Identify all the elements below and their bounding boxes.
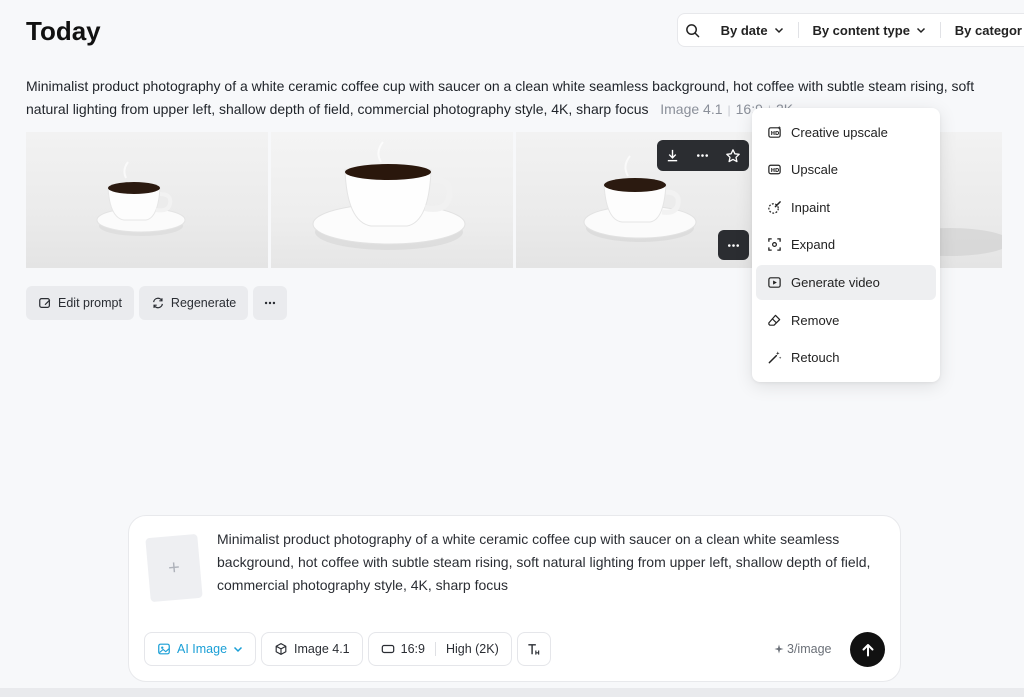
- menu-item-inpaint[interactable]: Inpaint: [756, 190, 936, 225]
- text-style-button[interactable]: [516, 632, 551, 666]
- menu-item-remove[interactable]: Remove: [756, 303, 936, 338]
- image-context-menu: HD Creative upscale HD Upscale Inpaint E…: [752, 108, 940, 382]
- meta-model: Image 4.1: [660, 101, 723, 117]
- ratio-quality-select[interactable]: 16:9 High (2K): [367, 632, 512, 666]
- menu-item-label: Generate video: [791, 274, 880, 290]
- search-button[interactable]: [678, 14, 707, 46]
- more-icon: [265, 301, 276, 305]
- chevron-down-icon: [916, 27, 925, 34]
- regenerate-label: Regenerate: [170, 296, 237, 310]
- filter-label: By content type: [812, 22, 910, 38]
- generation-actions: Edit prompt Regenerate: [26, 286, 288, 320]
- menu-item-upscale[interactable]: HD Upscale: [756, 152, 936, 187]
- menu-item-generate-video[interactable]: Generate video: [756, 264, 936, 300]
- model-label: Image 4.1: [294, 642, 350, 656]
- generation-type-label: AI Image: [177, 642, 228, 656]
- generated-image-1[interactable]: [26, 132, 268, 268]
- arrow-up-icon: [862, 643, 873, 656]
- credit-cost-label: 3/image: [787, 642, 832, 656]
- edit-icon: [39, 298, 51, 308]
- menu-item-creative-upscale[interactable]: HD Creative upscale: [756, 115, 936, 150]
- sparkle-icon: [774, 644, 784, 654]
- more-icon[interactable]: [695, 148, 710, 163]
- filter-by-date[interactable]: By date: [707, 14, 798, 46]
- filter-bar: By date By content type By categor: [677, 13, 1024, 47]
- page-title: Today: [26, 16, 101, 46]
- more-actions-button[interactable]: [253, 286, 288, 320]
- image-icon: [158, 643, 170, 655]
- menu-item-label: Expand: [791, 237, 836, 253]
- ratio-label: 16:9: [400, 642, 425, 656]
- expand-icon: [768, 238, 781, 252]
- svg-text:HD: HD: [771, 130, 780, 136]
- filter-label: By categor: [954, 22, 1022, 38]
- menu-item-label: Retouch: [791, 350, 840, 366]
- more-icon: [727, 243, 740, 247]
- menu-item-label: Creative upscale: [791, 124, 888, 140]
- generated-image-2[interactable]: [270, 132, 513, 268]
- bottom-strip: [0, 688, 1024, 697]
- edit-prompt-label: Edit prompt: [58, 296, 122, 310]
- edit-prompt-button[interactable]: Edit prompt: [26, 286, 134, 320]
- download-icon[interactable]: [665, 148, 680, 163]
- quality-label: High (2K): [445, 642, 499, 656]
- cube-icon: [275, 643, 287, 655]
- chevron-down-icon: [774, 27, 783, 34]
- model-select[interactable]: Image 4.1: [261, 632, 363, 666]
- image-more-button[interactable]: [718, 230, 749, 260]
- menu-item-retouch[interactable]: Retouch: [756, 340, 936, 375]
- generation-type-select[interactable]: AI Image: [144, 632, 257, 666]
- menu-item-expand[interactable]: Expand: [756, 227, 936, 262]
- search-icon: [685, 23, 700, 37]
- prompt-input[interactable]: Minimalist product photography of a whit…: [217, 528, 887, 597]
- send-button[interactable]: [850, 632, 885, 667]
- menu-item-label: Upscale: [791, 162, 838, 178]
- refresh-icon: [152, 297, 163, 309]
- star-icon[interactable]: [725, 148, 741, 164]
- divider: [434, 642, 436, 656]
- plus-icon: +: [167, 556, 181, 579]
- svg-text:HD: HD: [771, 168, 780, 174]
- credit-cost: 3/image: [774, 642, 831, 656]
- prompt-composer: + Minimalist product photography of a wh…: [128, 515, 901, 682]
- menu-item-label: Inpaint: [791, 199, 831, 215]
- play-icon: [768, 277, 781, 288]
- filter-by-category[interactable]: By categor: [941, 14, 1024, 46]
- image-hover-toolbar: [657, 140, 749, 171]
- hd-icon: HD: [768, 164, 781, 175]
- text-format-icon: [528, 643, 540, 655]
- filter-by-content-type[interactable]: By content type: [798, 14, 940, 46]
- inpaint-icon: [768, 200, 781, 214]
- composer-toolbar: AI Image Image 4.1 16:9 High (2K): [144, 632, 551, 666]
- eraser-icon: [768, 314, 781, 326]
- aspect-ratio-icon: [381, 644, 394, 654]
- menu-item-label: Remove: [791, 312, 840, 328]
- chevron-down-icon: [234, 646, 243, 653]
- filter-label: By date: [720, 22, 768, 38]
- regenerate-button[interactable]: Regenerate: [138, 286, 249, 320]
- creative-upscale-icon: HD: [768, 125, 782, 138]
- image-reference-upload[interactable]: +: [145, 533, 203, 603]
- magic-wand-icon: [768, 351, 782, 364]
